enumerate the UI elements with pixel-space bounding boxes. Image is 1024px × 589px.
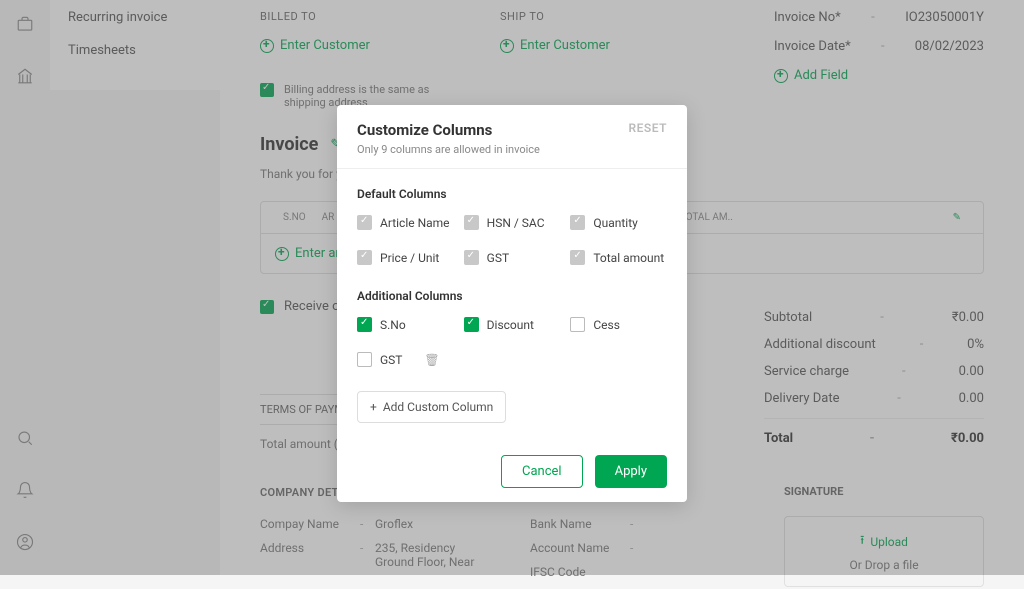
checkbox-empty-icon <box>570 317 585 332</box>
checkbox-locked-icon <box>570 250 585 265</box>
modal-title: Customize Columns <box>357 121 667 139</box>
trash-icon[interactable]: 🗑 <box>424 353 439 367</box>
checkbox-locked-icon <box>357 250 372 265</box>
col-quantity[interactable]: Quantity <box>570 215 667 230</box>
customize-columns-modal: Customize Columns Only 9 columns are all… <box>337 105 687 502</box>
reset-button[interactable]: RESET <box>629 121 667 135</box>
checkbox-checked-icon <box>464 317 479 332</box>
col-cess[interactable]: Cess <box>570 317 667 332</box>
plus-icon: + <box>370 400 377 414</box>
checkbox-checked-icon <box>357 317 372 332</box>
col-gst-default[interactable]: GST <box>464 250 561 265</box>
col-gst-additional[interactable]: GST 🗑 <box>357 352 454 367</box>
default-columns-header: Default Columns <box>357 187 667 201</box>
apply-button[interactable]: Apply <box>595 455 667 488</box>
col-sno[interactable]: S.No <box>357 317 454 332</box>
col-hsn-sac[interactable]: HSN / SAC <box>464 215 561 230</box>
col-discount[interactable]: Discount <box>464 317 561 332</box>
checkbox-locked-icon <box>464 215 479 230</box>
additional-columns-header: Additional Columns <box>357 289 667 303</box>
checkbox-locked-icon <box>357 215 372 230</box>
col-total-amount[interactable]: Total amount <box>570 250 667 265</box>
checkbox-empty-icon <box>357 352 372 367</box>
col-price-unit[interactable]: Price / Unit <box>357 250 454 265</box>
modal-subtitle: Only 9 columns are allowed in invoice <box>357 143 667 156</box>
cancel-button[interactable]: Cancel <box>501 455 583 488</box>
add-custom-column-button[interactable]: +Add Custom Column <box>357 391 506 423</box>
checkbox-locked-icon <box>464 250 479 265</box>
col-article-name[interactable]: Article Name <box>357 215 454 230</box>
checkbox-locked-icon <box>570 215 585 230</box>
